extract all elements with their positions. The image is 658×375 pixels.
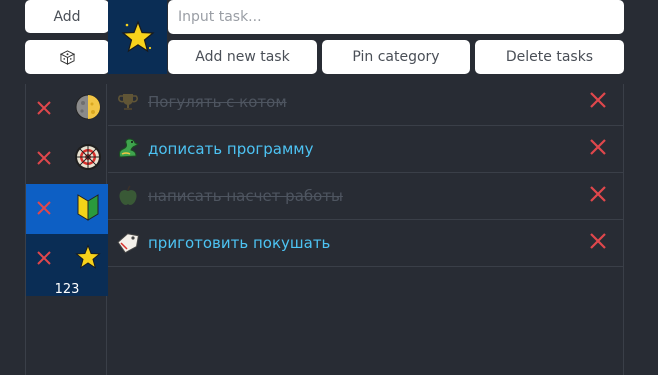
- delete-task-icon[interactable]: [589, 185, 607, 203]
- add-button[interactable]: Add: [25, 0, 109, 33]
- label-tag-icon: [116, 231, 140, 255]
- star-icon: [120, 20, 155, 53]
- close-icon[interactable]: [36, 150, 52, 166]
- category-sidebar: 123: [25, 84, 108, 375]
- dragon-icon: [116, 137, 140, 161]
- dice-icon: [59, 49, 75, 65]
- delete-task-icon[interactable]: [589, 138, 607, 156]
- task-label: дописать программу: [148, 140, 314, 158]
- delete-task-icon[interactable]: [589, 232, 607, 250]
- category-item-dartboard[interactable]: [26, 134, 108, 184]
- delete-task-icon[interactable]: [589, 91, 607, 109]
- category-item-moon[interactable]: [26, 84, 108, 134]
- dartboard-icon: [74, 143, 102, 171]
- task-label: написать насчет работы: [148, 187, 343, 205]
- pin-category-button[interactable]: Pin category: [322, 40, 470, 74]
- divider: [623, 84, 624, 375]
- task-row[interactable]: Погулять с котом: [108, 80, 623, 126]
- task-label: Погулять с котом: [148, 93, 287, 111]
- category-count: 123: [54, 282, 80, 297]
- close-icon[interactable]: [36, 200, 52, 216]
- task-row[interactable]: написать насчет работы: [108, 174, 623, 220]
- delete-tasks-button[interactable]: Delete tasks: [475, 40, 624, 74]
- close-icon[interactable]: [36, 250, 52, 266]
- moon-icon: [74, 93, 102, 121]
- apple-icon: [116, 184, 140, 208]
- beginner-badge-icon: [74, 193, 102, 221]
- task-input[interactable]: [168, 0, 624, 34]
- category-item-star[interactable]: 123: [26, 234, 108, 297]
- selected-category-icon-button[interactable]: [108, 0, 167, 74]
- task-label: приготовить покушать: [148, 234, 331, 252]
- task-row[interactable]: приготовить покушать: [108, 221, 623, 267]
- random-dice-button[interactable]: [25, 40, 109, 74]
- category-item-beginner[interactable]: [26, 184, 108, 234]
- star-icon: [74, 243, 102, 271]
- add-new-task-button[interactable]: Add new task: [168, 40, 317, 74]
- task-row[interactable]: дописать программу: [108, 127, 623, 173]
- close-icon[interactable]: [36, 100, 52, 116]
- trophy-icon: [116, 90, 140, 114]
